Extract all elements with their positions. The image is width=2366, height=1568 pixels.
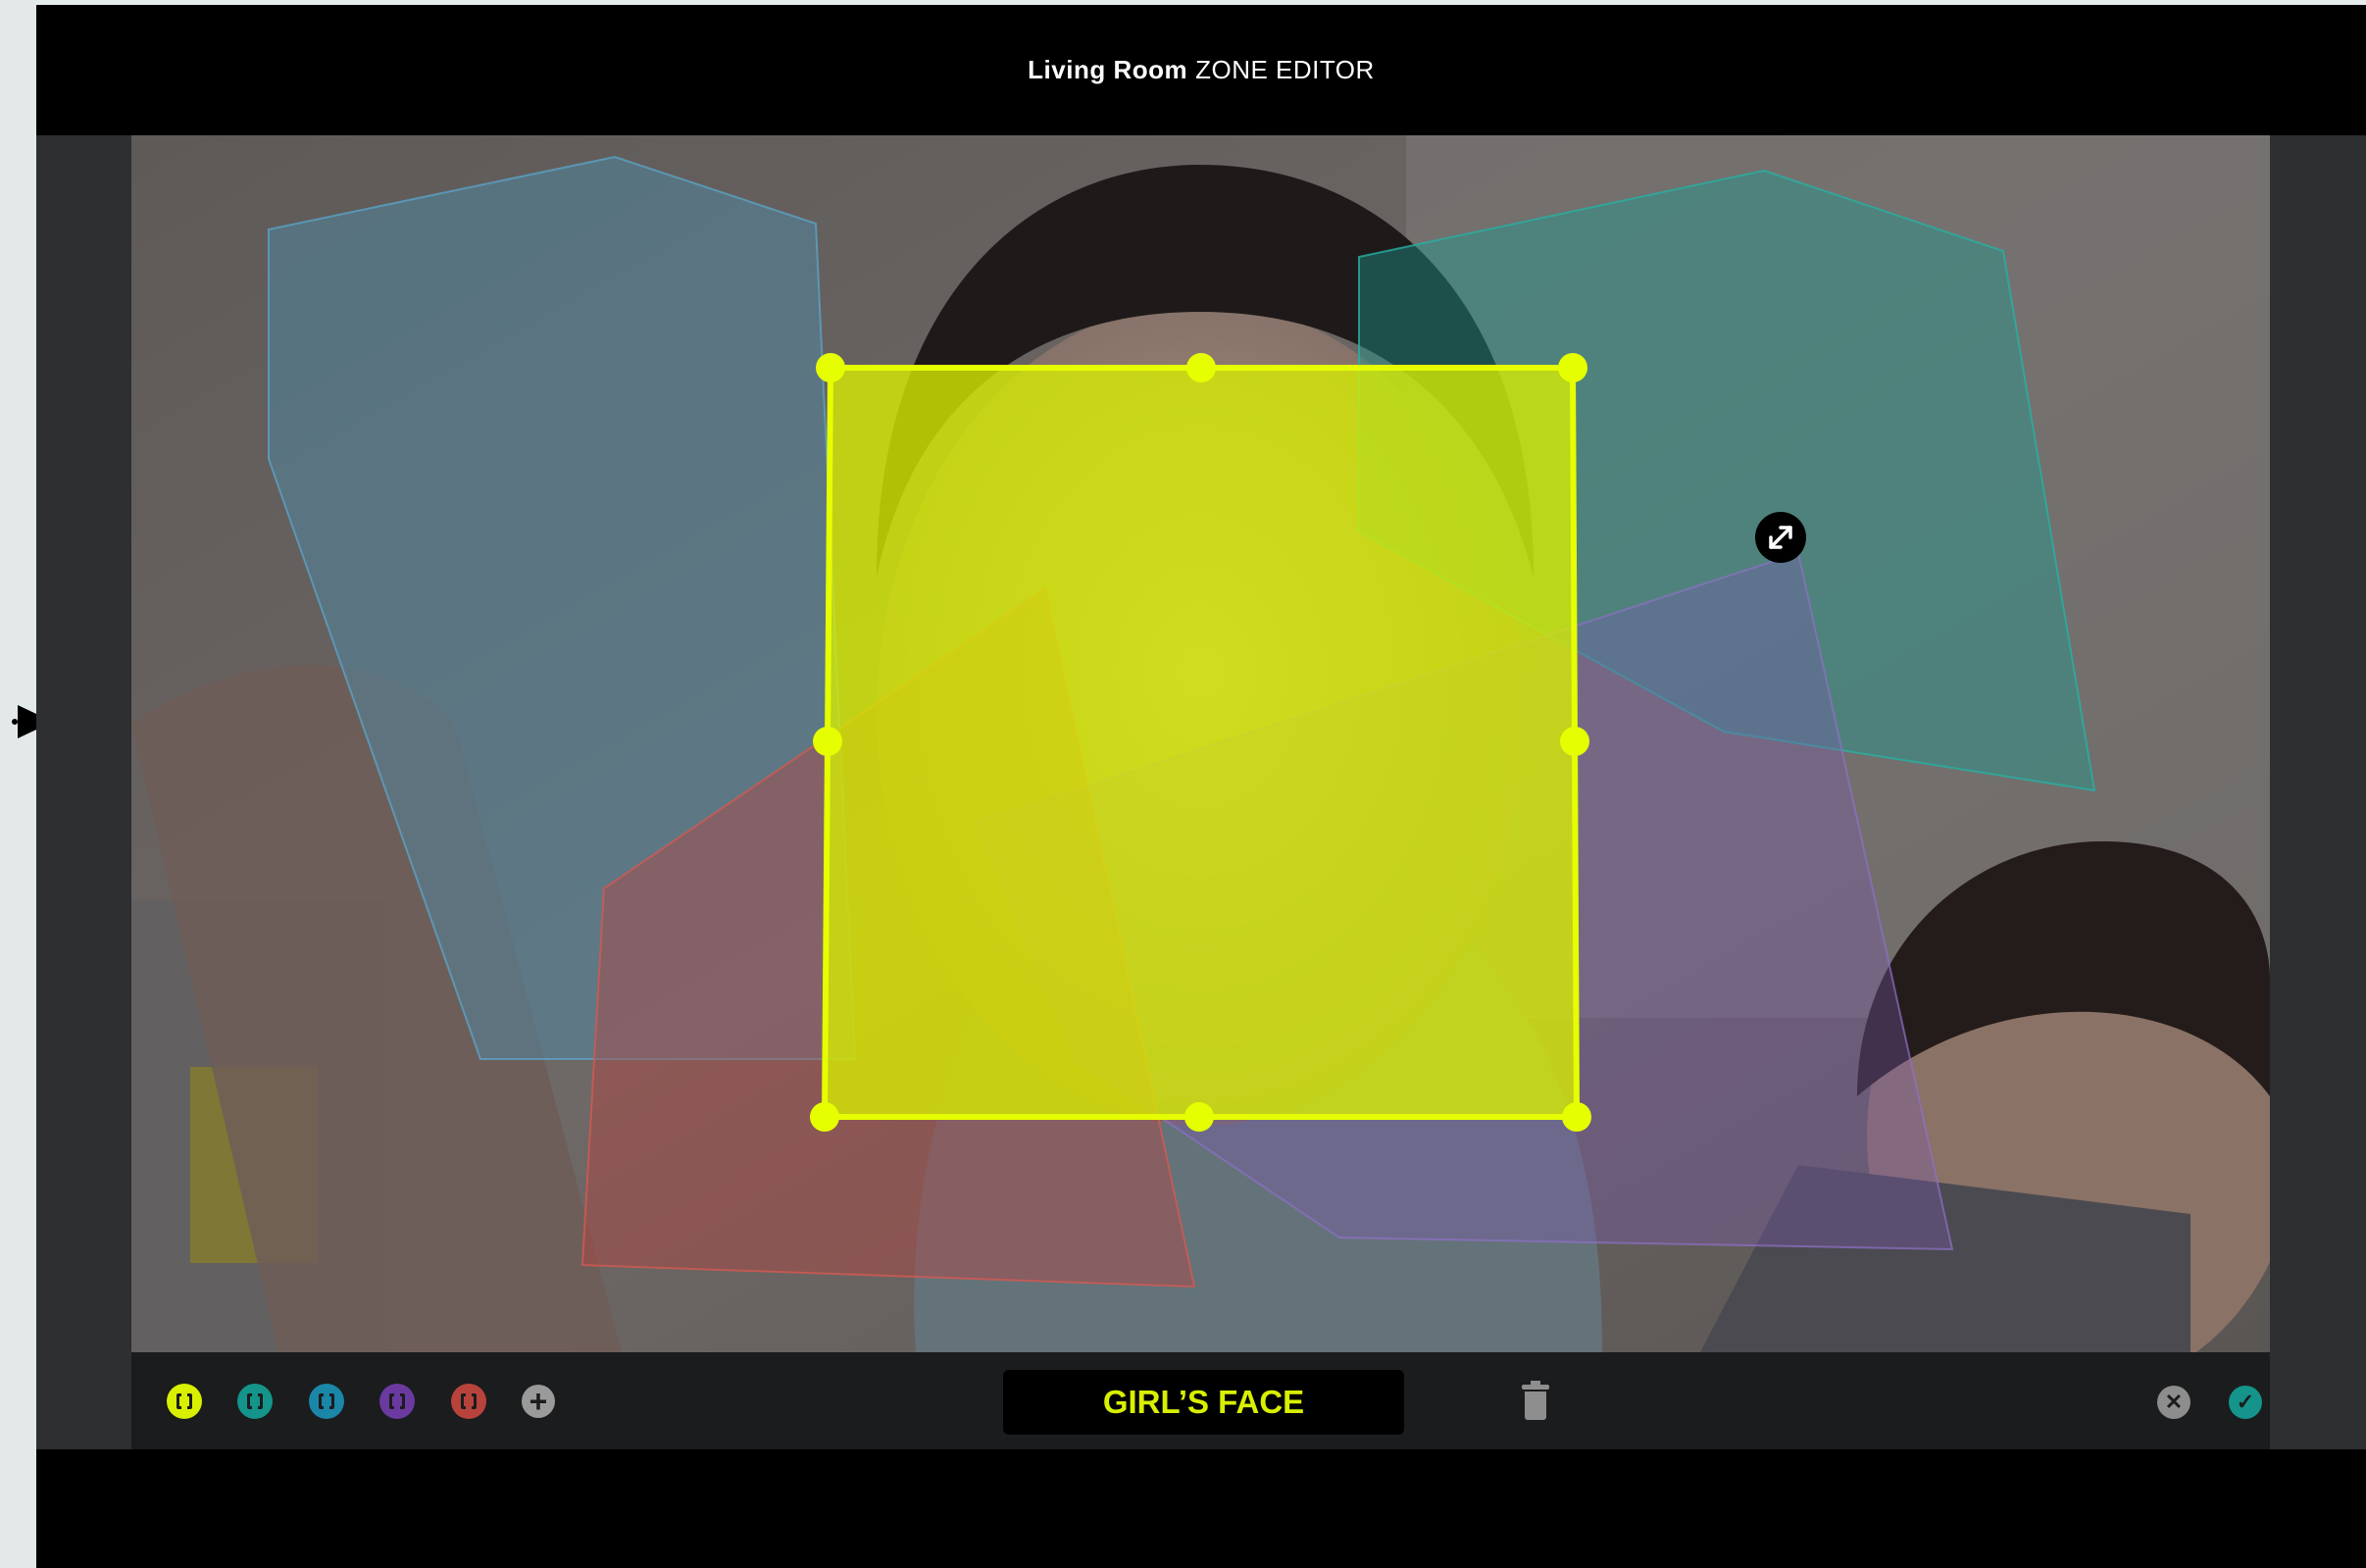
zone-select-button-girl-face[interactable] <box>167 1384 202 1419</box>
zone-select-button-blue[interactable] <box>309 1384 344 1419</box>
confirm-button[interactable]: ✓ <box>2229 1386 2262 1419</box>
resize-handle-icon[interactable] <box>1755 512 1806 563</box>
zone-select-button-purple[interactable] <box>379 1384 415 1419</box>
zone-toolbar: + ✕ ✓ <box>131 1352 2270 1449</box>
page-title: ZONE EDITOR <box>1195 55 1375 84</box>
camera-frame <box>131 135 2270 1352</box>
zone-editor-window: Living Room ZONE EDITOR + GIRL’S FACE ✕ … <box>36 5 2366 1568</box>
zone-name-input[interactable] <box>1003 1370 1404 1435</box>
footer <box>36 1449 2366 1568</box>
cancel-button[interactable]: ✕ <box>2157 1386 2190 1419</box>
add-zone-button[interactable]: + <box>522 1385 555 1418</box>
zone-select-button-red[interactable] <box>451 1384 486 1419</box>
workspace: + ✕ ✓ <box>36 135 2366 1449</box>
header: Living Room ZONE EDITOR <box>36 5 2366 135</box>
camera-view[interactable] <box>131 135 2270 1352</box>
sidebar-strip <box>0 0 36 1568</box>
room-name: Living Room <box>1028 55 1188 84</box>
zone-select-button-teal[interactable] <box>237 1384 273 1419</box>
delete-zone-icon[interactable] <box>1522 1381 1549 1420</box>
